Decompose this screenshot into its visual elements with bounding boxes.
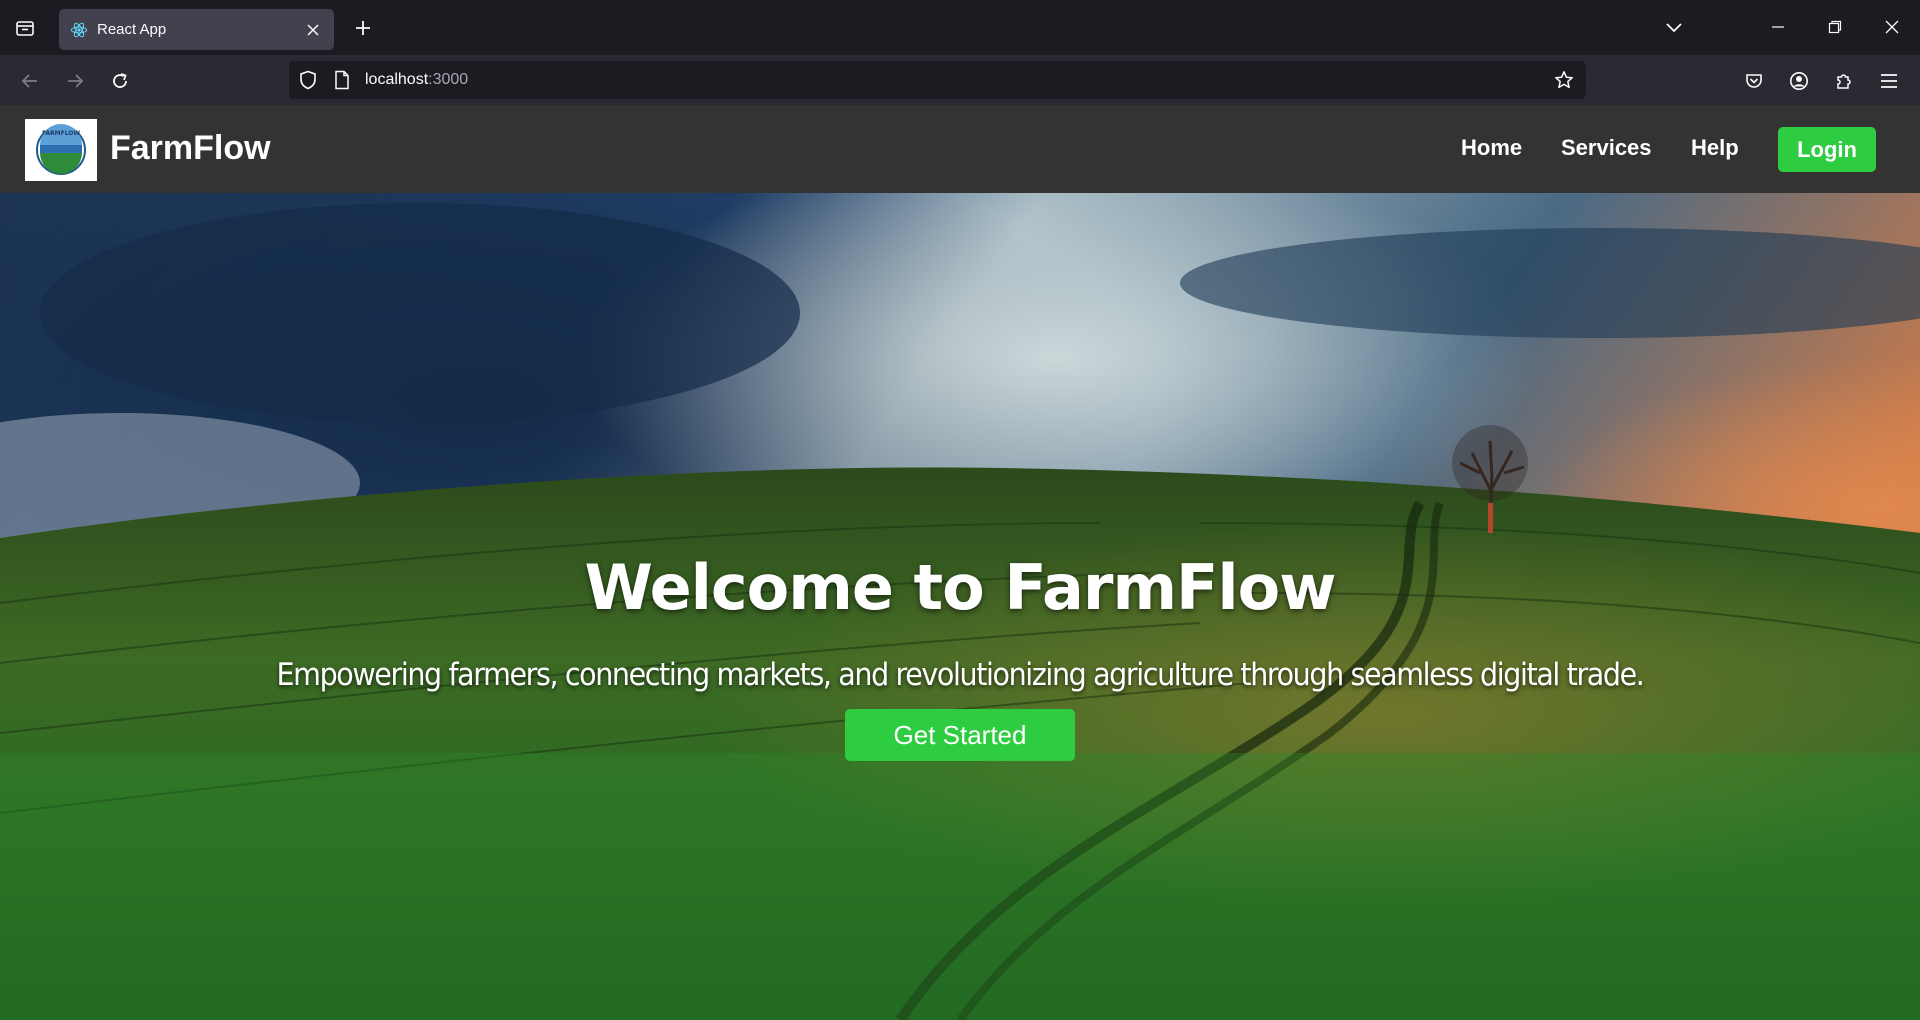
svg-text:FARMFLOW: FARMFLOW	[42, 130, 80, 137]
extensions-icon[interactable]	[1828, 65, 1860, 97]
bookmark-star-icon[interactable]	[1553, 69, 1575, 91]
reload-icon[interactable]	[104, 65, 136, 97]
shield-icon[interactable]	[297, 69, 319, 91]
login-button[interactable]: Login	[1778, 127, 1876, 172]
tab-title: React App	[97, 21, 167, 38]
brand-name[interactable]: FarmFlow	[110, 129, 271, 168]
react-icon	[69, 20, 89, 40]
minimize-icon[interactable]	[1758, 10, 1798, 44]
browser-toolbar: localhost:3000	[0, 55, 1920, 105]
forward-arrow-icon[interactable]	[59, 65, 91, 97]
account-icon[interactable]	[1783, 65, 1815, 97]
close-tab-icon[interactable]	[298, 15, 328, 45]
hero-title: Welcome to FarmFlow	[584, 551, 1336, 624]
menu-icon[interactable]	[1873, 65, 1905, 97]
browser-tab-bar: React App	[0, 0, 1920, 55]
nav-home-link[interactable]: Home	[1461, 135, 1522, 161]
hero-subtitle: Empowering farmers, connecting markets, …	[276, 657, 1645, 693]
browser-tab[interactable]: React App	[59, 9, 334, 50]
site-header: FARMFLOW FarmFlow Home Services Help Log…	[0, 105, 1920, 193]
back-arrow-icon[interactable]	[14, 65, 46, 97]
close-window-icon[interactable]	[1872, 10, 1912, 44]
restore-icon[interactable]	[1815, 10, 1855, 44]
tab-list-icon[interactable]	[12, 16, 38, 40]
farmflow-logo[interactable]: FARMFLOW	[25, 119, 97, 181]
url-text: localhost:3000	[365, 71, 469, 88]
page-icon	[331, 69, 353, 91]
chevron-down-icon[interactable]	[1658, 13, 1690, 43]
pocket-icon[interactable]	[1738, 65, 1770, 97]
url-bar[interactable]: localhost:3000	[289, 61, 1586, 99]
web-page: FARMFLOW FarmFlow Home Services Help Log…	[0, 105, 1920, 1020]
get-started-button[interactable]: Get Started	[845, 709, 1075, 761]
nav-services-link[interactable]: Services	[1561, 135, 1652, 161]
nav-help-link[interactable]: Help	[1691, 135, 1739, 161]
new-tab-icon[interactable]	[348, 13, 378, 43]
hero-section: Welcome to FarmFlow Empowering farmers, …	[0, 193, 1920, 1020]
